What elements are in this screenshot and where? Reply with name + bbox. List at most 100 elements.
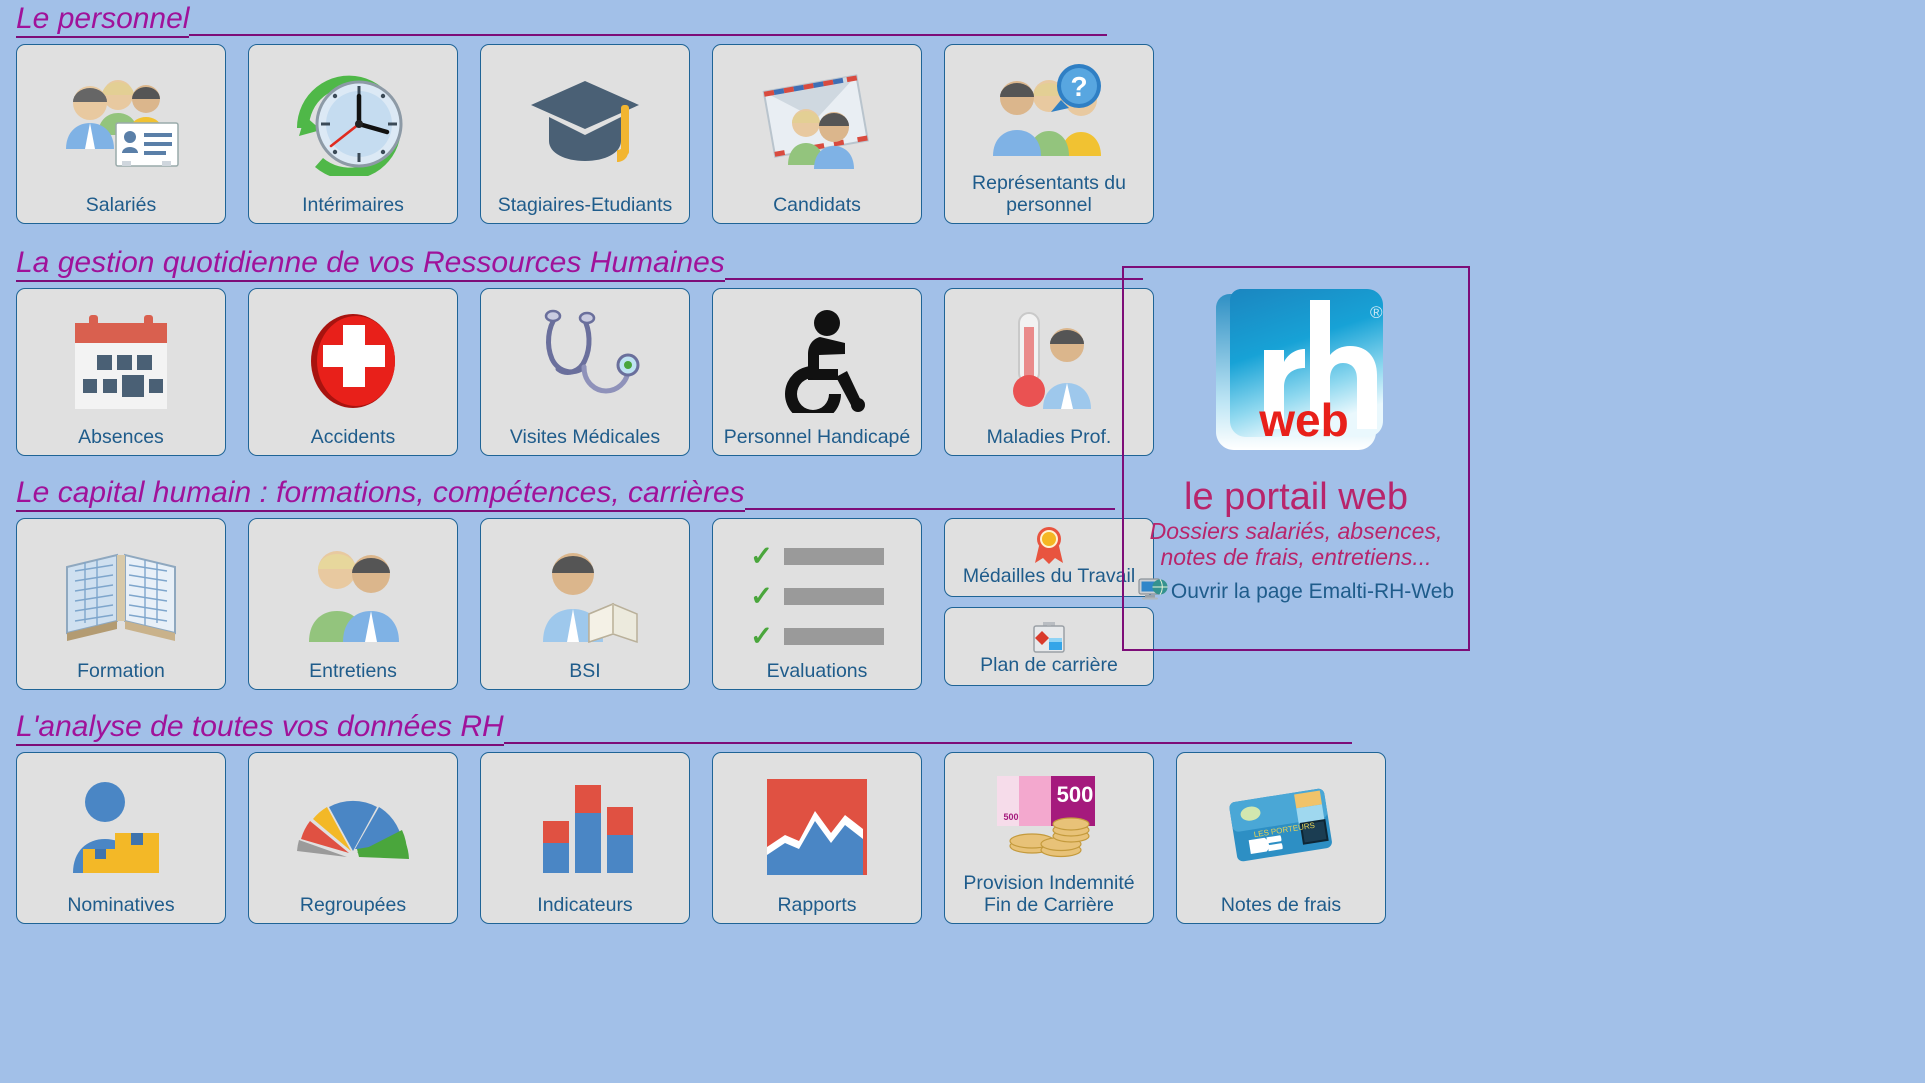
tile-label: Personnel Handicapé: [723, 426, 911, 449]
tile-label: Provision Indemnité Fin de Carrière: [963, 872, 1135, 917]
svg-text:500: 500: [1057, 782, 1094, 807]
section-capital-humain: Le capital humain : formations, compéten…: [0, 478, 1925, 690]
portal-web-panel[interactable]: ® web le portail web Dossiers salariés, …: [1122, 266, 1470, 651]
checklist-bar: [783, 587, 884, 605]
open-book-icon: [21, 527, 221, 659]
svg-text:?: ?: [1070, 71, 1087, 102]
tile-row-analyse: Nominatives Regroupées Indicateurs Rappo…: [16, 752, 1925, 924]
svg-text:500: 500: [1003, 812, 1018, 822]
checklist-row: ✓: [750, 540, 884, 571]
check-icon: ✓: [750, 580, 773, 611]
checklist-row: ✓: [750, 620, 884, 651]
section-rule: [503, 742, 1352, 744]
tile-label: Entretiens: [309, 660, 397, 683]
tile-label: Absences: [78, 426, 164, 449]
tile-label: Candidats: [773, 194, 861, 217]
rh-web-logo: ® web: [1198, 278, 1394, 474]
tile-absences[interactable]: Absences: [16, 288, 226, 456]
check-icon: ✓: [750, 620, 773, 651]
section-title: L'analyse de toutes vos données RH: [16, 712, 504, 746]
graduation-cap-icon: [485, 53, 685, 193]
tile-label: Indicateurs: [537, 894, 633, 917]
tile-label: Représentants du personnel: [972, 172, 1126, 217]
tile-label: Nominatives: [67, 894, 175, 917]
tile-personnel-handicape[interactable]: Personnel Handicapé: [712, 288, 922, 456]
checklist-bar: [783, 547, 884, 565]
tile-label: Evaluations: [766, 660, 868, 683]
tile-representants-du-personnel[interactable]: ? Représentants du personnel: [944, 44, 1154, 224]
section-title: Le personnel: [16, 4, 190, 38]
tile-interimaires[interactable]: Intérimaires: [248, 44, 458, 224]
tile-label: BSI: [569, 660, 601, 683]
wheelchair-icon: [717, 297, 917, 425]
tile-evaluations[interactable]: ✓ ✓ ✓ Evaluations: [712, 518, 922, 690]
tile-accidents[interactable]: Accidents: [248, 288, 458, 456]
thermometer-person-icon: [949, 297, 1149, 425]
checklist-icon: ✓ ✓ ✓: [717, 527, 917, 659]
tile-notes-de-frais[interactable]: LES PORTEURS Notes de frais: [1176, 752, 1386, 924]
tile-label: Notes de frais: [1220, 894, 1342, 917]
tile-indicateurs[interactable]: Indicateurs: [480, 752, 690, 924]
tile-label: Intérimaires: [302, 194, 404, 217]
tile-label: Formation: [77, 660, 165, 683]
tile-bsi[interactable]: BSI: [480, 518, 690, 690]
tile-label: Stagiaires-Etudiants: [497, 194, 673, 217]
portal-open-link[interactable]: Ouvrir la page Emalti-RH-Web: [1138, 577, 1454, 607]
credit-card-icon: LES PORTEURS: [1181, 761, 1381, 893]
checklist-bar: [783, 627, 884, 645]
tile-salaries[interactable]: Salariés: [16, 44, 226, 224]
tile-entretiens[interactable]: Entretiens: [248, 518, 458, 690]
banknote-coins-icon: 500 500: [949, 761, 1149, 871]
section-title: Le capital humain : formations, compéten…: [16, 478, 745, 512]
tile-label: Plan de carrière: [980, 654, 1118, 676]
tile-nominatives[interactable]: Nominatives: [16, 752, 226, 924]
red-cross-icon: [253, 297, 453, 425]
checklist-row: ✓: [750, 580, 884, 611]
hr-portal-page: Le personnel Salariés Intérimaires Stagi…: [0, 0, 1925, 1083]
section-personnel: Le personnel Salariés Intérimaires Stagi…: [0, 0, 1925, 224]
pie-chart-icon: [253, 761, 453, 893]
section-analyse: L'analyse de toutes vos données RH Nomin…: [0, 712, 1925, 924]
users-question-icon: ?: [949, 53, 1149, 171]
tile-row-capital: Formation Entretiens BSI ✓ ✓ ✓ Evaluatio…: [16, 518, 1925, 690]
medal-icon: [1031, 527, 1067, 565]
users-id-card-icon: [21, 53, 221, 193]
monitor-globe-icon: [1138, 577, 1168, 607]
tile-label: Maladies Prof.: [986, 426, 1112, 449]
section-header-gestion: La gestion quotidienne de vos Ressources…: [16, 248, 1925, 282]
tile-rapports[interactable]: Rapports: [712, 752, 922, 924]
tile-regroupees[interactable]: Regroupées: [248, 752, 458, 924]
portal-subtitle: Dossiers salariés, absences, notes de fr…: [1149, 518, 1443, 570]
tile-label: Médailles du Travail: [962, 565, 1136, 587]
section-gestion: La gestion quotidienne de vos Ressources…: [0, 248, 1925, 456]
tile-formation[interactable]: Formation: [16, 518, 226, 690]
section-header-personnel: Le personnel: [16, 4, 1925, 38]
person-book-icon: [485, 527, 685, 659]
briefcase-icon: [1029, 616, 1069, 654]
tile-row-gestion: Absences Accidents Visites Médicales Per…: [16, 288, 1925, 456]
section-rule: [744, 508, 1115, 510]
trademark-glyph: ®: [1370, 303, 1383, 322]
section-title: La gestion quotidienne de vos Ressources…: [16, 248, 725, 282]
area-chart-icon: [717, 761, 917, 893]
stethoscope-icon: [485, 297, 685, 425]
tile-label: Salariés: [85, 194, 157, 217]
clock-arrow-icon: [253, 53, 453, 193]
bar-chart-icon: [485, 761, 685, 893]
tile-provision-indemnite-fin-de-carriere[interactable]: 500 500 Provision Indemnité Fin de Carri…: [944, 752, 1154, 924]
tile-visites-medicales[interactable]: Visites Médicales: [480, 288, 690, 456]
calendar-icon: [21, 297, 221, 425]
tile-stagiaires-etudiants[interactable]: Stagiaires-Etudiants: [480, 44, 690, 224]
web-wordmark: web: [1258, 394, 1348, 446]
tile-label: Visites Médicales: [509, 426, 661, 449]
tile-row-personnel: Salariés Intérimaires Stagiaires-Etudian…: [16, 44, 1925, 224]
portal-link-label: Ouvrir la page Emalti-RH-Web: [1170, 579, 1455, 603]
section-header-analyse: L'analyse de toutes vos données RH: [16, 712, 1925, 746]
section-rule: [724, 278, 1143, 280]
tile-label: Accidents: [310, 426, 396, 449]
tile-label: Rapports: [777, 894, 857, 917]
person-boxes-icon: [21, 761, 221, 893]
tile-candidats[interactable]: Candidats: [712, 44, 922, 224]
check-icon: ✓: [750, 540, 773, 571]
envelope-users-icon: [717, 53, 917, 193]
